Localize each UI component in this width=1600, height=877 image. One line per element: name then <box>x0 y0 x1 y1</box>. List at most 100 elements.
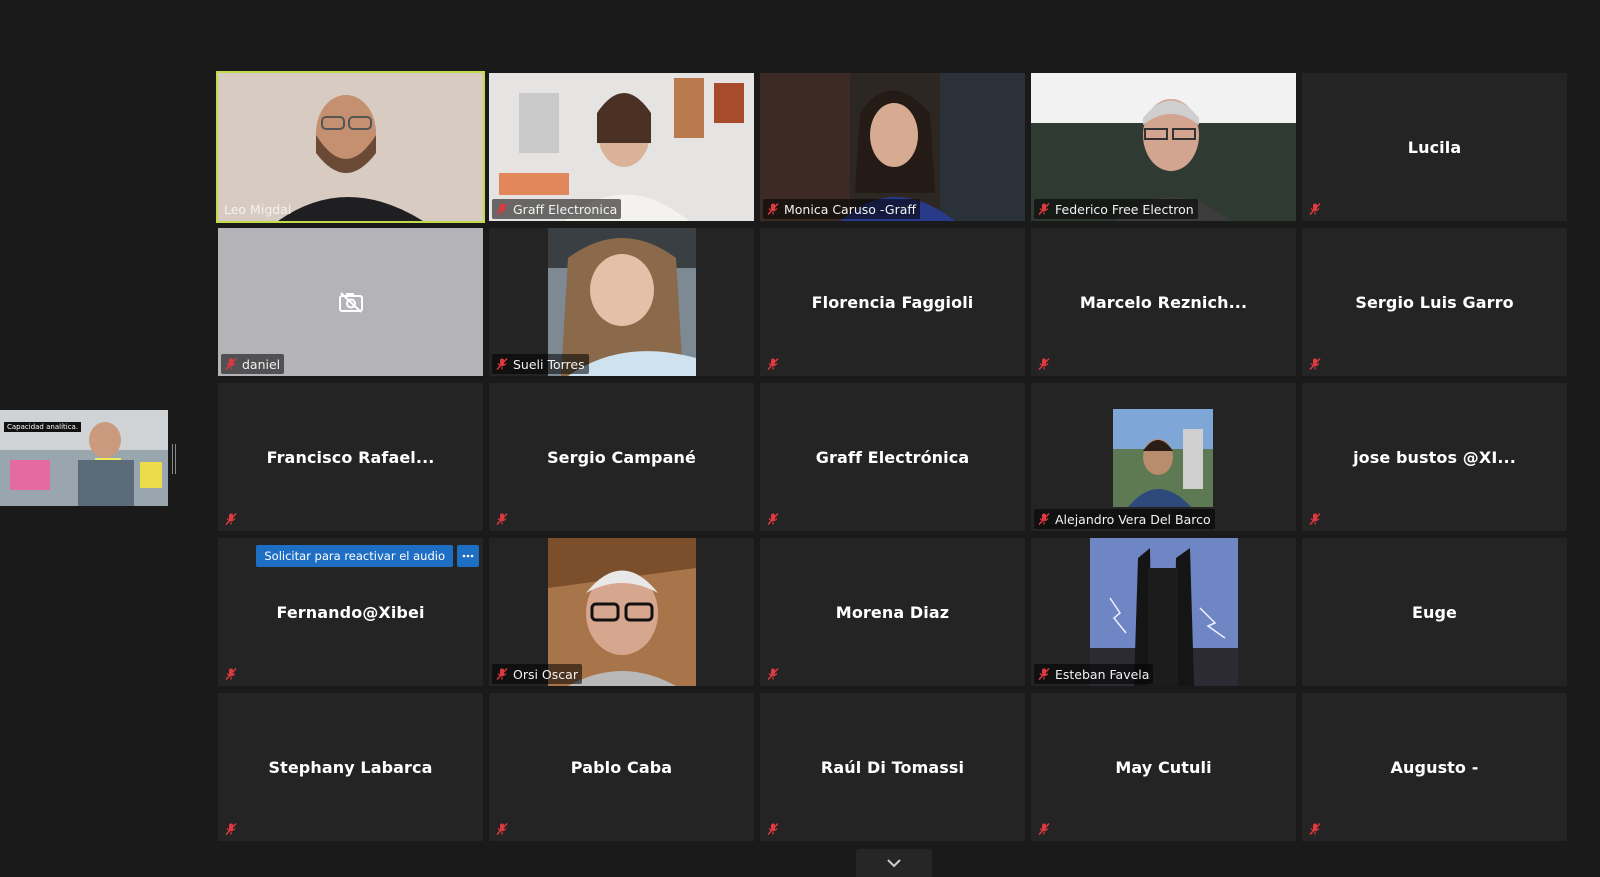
participant-tile[interactable]: Sergio Campané <box>489 383 754 531</box>
participant-tile[interactable]: Esteban Favela <box>1031 538 1296 686</box>
participant-tile[interactable]: Euge <box>1302 538 1567 686</box>
muted-mic-icon <box>767 668 779 680</box>
camera-off-icon <box>338 292 363 313</box>
participant-tile[interactable]: Sueli Torres <box>489 228 754 376</box>
participant-tile[interactable]: Raúl Di Tomassi <box>760 693 1025 841</box>
participant-tile[interactable]: Orsi Oscar <box>489 538 754 686</box>
participant-name: Esteban Favela <box>1055 666 1150 682</box>
participant-name: Sergio Luis Garro <box>1355 292 1514 312</box>
participant-label <box>1305 199 1326 219</box>
muted-mic-icon <box>496 203 508 215</box>
participant-name: Florencia Faggioli <box>811 292 974 312</box>
participant-label <box>1305 819 1326 839</box>
muted-mic-icon <box>225 668 237 680</box>
muted-mic-icon <box>767 823 779 835</box>
participant-label <box>1034 354 1055 374</box>
resize-handle[interactable] <box>172 444 176 474</box>
participant-name: Marcelo Reznich... <box>1079 292 1248 312</box>
participant-tile[interactable]: daniel <box>218 228 483 376</box>
muted-mic-icon <box>1038 823 1050 835</box>
participant-tile[interactable]: Florencia Faggioli <box>760 228 1025 376</box>
participant-tile[interactable]: May Cutuli <box>1031 693 1296 841</box>
muted-mic-icon <box>496 823 508 835</box>
participant-label: Monica Caruso -Graff <box>763 199 920 219</box>
self-view-video[interactable]: Capacidad analítica. <box>0 410 168 506</box>
participant-tile[interactable]: Stephany Labarca <box>218 693 483 841</box>
participant-label: Federico Free Electron <box>1034 199 1198 219</box>
scroll-down-button[interactable] <box>856 849 932 877</box>
participant-tile[interactable]: Solicitar para reactivar el audio Fernan… <box>218 538 483 686</box>
muted-mic-icon <box>225 513 237 525</box>
participant-name: Augusto - <box>1390 757 1479 777</box>
participant-label <box>221 509 242 529</box>
participant-tile[interactable]: Alejandro Vera Del Barco <box>1031 383 1296 531</box>
muted-mic-icon <box>496 513 508 525</box>
participant-label: Graff Electronica <box>492 199 622 219</box>
participant-tile[interactable]: Graff Electronica <box>489 73 754 221</box>
participant-name: Raúl Di Tomassi <box>820 757 965 777</box>
participant-label: Alejandro Vera Del Barco <box>1034 509 1215 529</box>
participant-tile[interactable]: Lucila <box>1302 73 1567 221</box>
muted-mic-icon <box>1038 513 1050 525</box>
participant-video <box>1113 409 1213 507</box>
participant-label <box>1305 509 1326 529</box>
participant-tile[interactable]: jose bustos @XI... <box>1302 383 1567 531</box>
participant-name: Euge <box>1411 602 1458 622</box>
muted-mic-icon <box>496 668 508 680</box>
participant-label: Leo Migdal <box>221 199 295 219</box>
participant-tile[interactable]: Sergio Luis Garro <box>1302 228 1567 376</box>
self-view-caption: Capacidad analítica. <box>4 422 82 432</box>
muted-mic-icon <box>1038 203 1050 215</box>
participant-name: Fernando@Xibei <box>276 602 425 622</box>
participant-label <box>1034 819 1055 839</box>
participant-tile[interactable]: Pablo Caba <box>489 693 754 841</box>
muted-mic-icon <box>1309 203 1321 215</box>
participant-label <box>1305 354 1326 374</box>
participant-tile[interactable]: Leo Migdal <box>216 71 485 223</box>
muted-mic-icon <box>767 358 779 370</box>
participant-tile[interactable]: Monica Caruso -Graff <box>760 73 1025 221</box>
participant-name: Graff Electrónica <box>815 447 970 467</box>
participant-name: Stephany Labarca <box>268 757 433 777</box>
participant-tile[interactable]: Augusto - <box>1302 693 1567 841</box>
participant-name: Alejandro Vera Del Barco <box>1055 511 1211 527</box>
participant-tile[interactable]: Francisco Rafael... <box>218 383 483 531</box>
participant-label: Sueli Torres <box>492 354 589 374</box>
participant-label <box>492 819 513 839</box>
participant-name: Leo Migdal <box>224 201 292 217</box>
participant-label <box>221 819 242 839</box>
participant-name: Pablo Caba <box>570 757 673 777</box>
muted-mic-icon <box>1038 668 1050 680</box>
chevron-down-icon <box>887 859 901 868</box>
participant-name: Graff Electronica <box>513 201 618 217</box>
muted-mic-icon <box>496 358 508 370</box>
participant-label <box>763 509 784 529</box>
participant-tile[interactable]: Marcelo Reznich... <box>1031 228 1296 376</box>
participant-tile[interactable]: Graff Electrónica <box>760 383 1025 531</box>
muted-mic-icon <box>1038 358 1050 370</box>
more-options-button[interactable] <box>457 545 479 567</box>
participant-name: Lucila <box>1407 137 1462 157</box>
participant-name: Sergio Campané <box>547 447 696 467</box>
unmute-request-bar: Solicitar para reactivar el audio <box>256 545 479 567</box>
muted-mic-icon <box>767 203 779 215</box>
muted-mic-icon <box>1309 823 1321 835</box>
muted-mic-icon <box>1309 513 1321 525</box>
participant-tile[interactable]: Federico Free Electron <box>1031 73 1296 221</box>
participant-name: Federico Free Electron <box>1055 201 1194 217</box>
participant-name: Orsi Oscar <box>513 666 578 682</box>
participant-label: daniel <box>221 354 285 374</box>
participant-name: Monica Caruso -Graff <box>784 201 916 217</box>
muted-mic-icon <box>225 823 237 835</box>
participant-tile[interactable]: Morena Diaz <box>760 538 1025 686</box>
ellipsis-icon <box>462 554 474 558</box>
participant-label <box>492 509 513 529</box>
muted-mic-icon <box>1309 358 1321 370</box>
muted-mic-icon <box>225 358 237 370</box>
participant-name: Morena Diaz <box>835 602 950 622</box>
participant-name: jose bustos @XI... <box>1353 447 1516 467</box>
participant-label: Esteban Favela <box>1034 664 1154 684</box>
participant-name: Sueli Torres <box>513 356 585 372</box>
request-unmute-button[interactable]: Solicitar para reactivar el audio <box>256 545 453 567</box>
muted-mic-icon <box>767 513 779 525</box>
